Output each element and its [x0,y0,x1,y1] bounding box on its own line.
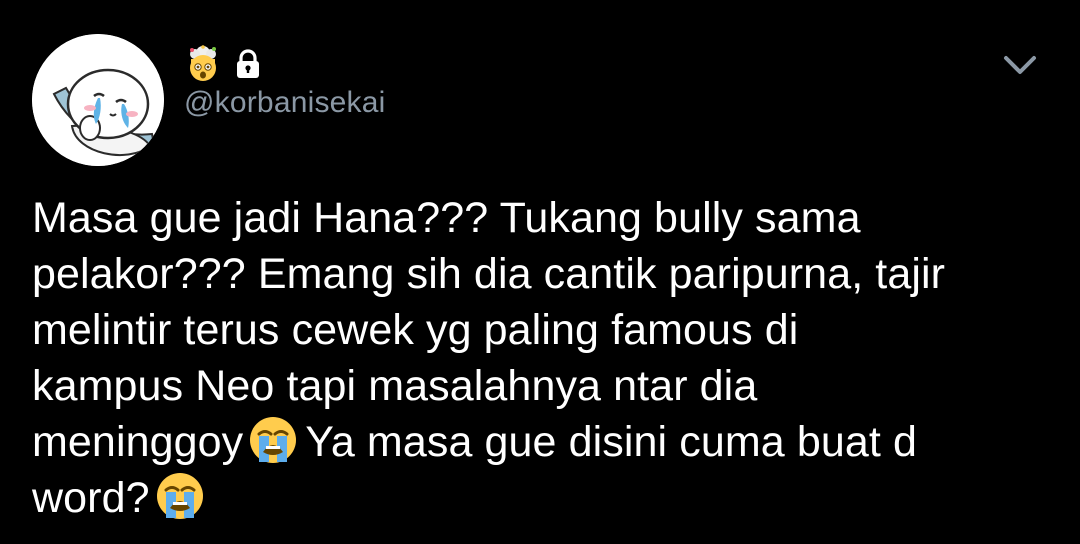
tweet: @korbanisekai Masa gue jadi Hana??? Tuka… [0,0,1080,544]
loudly-crying-face-icon [156,473,203,519]
lock-icon [237,49,259,78]
avatar-illustration [32,34,164,166]
avatar[interactable] [32,34,164,166]
tweet-line: meninggoy Ya masa gue disini cuma buat d [32,414,1052,470]
tweet-text: Masa gue jadi Hana??? Tukang bully sama … [32,190,1052,526]
tweet-text-segment: word? [32,474,150,522]
user-handle[interactable]: @korbanisekai [184,86,385,120]
tweet-line: kampus Neo tapi masalahnya ntar dia [32,362,758,410]
tweet-line: melintir terus cewek yg paling famous di [32,306,799,354]
tweet-text-segment: meninggoy [32,418,244,466]
display-name[interactable] [184,44,262,84]
tweet-line: Masa gue jadi Hana??? Tukang bully sama [32,194,861,242]
chevron-down-icon[interactable] [1000,48,1040,82]
exploding-head-icon [190,45,216,81]
loudly-crying-face-icon [250,417,297,463]
tweet-text-segment: Ya masa gue disini cuma buat d [305,418,917,466]
tweet-line: pelakor??? Emang sih dia cantik paripurn… [32,250,946,298]
tweet-line: word? [32,470,1052,526]
